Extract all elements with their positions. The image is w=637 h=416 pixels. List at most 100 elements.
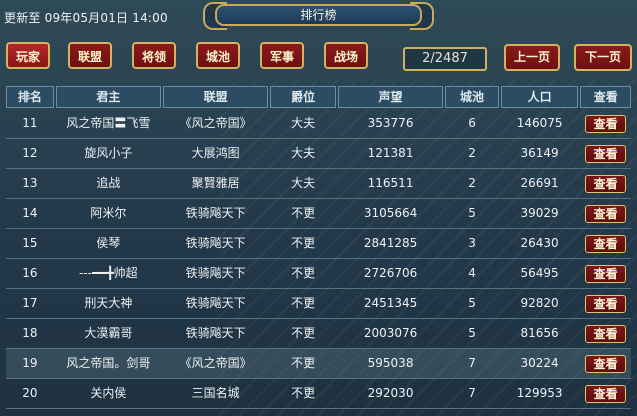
tab-military[interactable]: 军事 [260, 42, 304, 69]
view-button[interactable]: 查看 [585, 354, 627, 373]
cell-lord: 追战 [96, 176, 121, 190]
cell-rank: 11 [22, 116, 38, 130]
cell-prestige: 353776 [367, 116, 414, 130]
cell-title: 不更 [291, 296, 316, 310]
table-row: 16 ---━━╋帅超 铁骑飚天下 不更 2726706 4 56495 查看 [6, 259, 631, 289]
cell-view: 查看 [580, 259, 631, 288]
cell-alliance: 铁骑飚天下 [185, 236, 246, 250]
view-button[interactable]: 查看 [585, 174, 627, 193]
cell-prestige: 3105664 [363, 206, 418, 220]
cell-title: 大夫 [291, 116, 316, 130]
cell-rank: 14 [22, 206, 38, 220]
cell-population: 36149 [520, 146, 559, 160]
tab-cities[interactable]: 城池 [196, 42, 240, 69]
cell-title: 不更 [291, 236, 316, 250]
header-cities: 城池 [445, 86, 499, 108]
prev-page-button[interactable]: 上一页 [504, 44, 560, 71]
cell-lord: 刑天大神 [84, 296, 133, 310]
cell-rank: 19 [22, 356, 38, 370]
cell-population: 92820 [520, 296, 559, 310]
title-banner: 排行榜 [203, 2, 434, 30]
cell-view: 查看 [580, 199, 631, 228]
cell-view: 查看 [580, 139, 631, 168]
cell-view: 查看 [580, 349, 631, 378]
cell-population: 26430 [520, 236, 559, 250]
cell-alliance: 铁骑飚天下 [185, 206, 246, 220]
cell-rank: 20 [22, 386, 38, 400]
cell-alliance: 聚賢雅居 [191, 176, 240, 190]
header-population: 人口 [500, 86, 579, 108]
cell-view: 查看 [580, 379, 631, 408]
cell-cities: 7 [468, 356, 476, 370]
cell-cities: 5 [468, 326, 476, 340]
cell-alliance: 三国名城 [191, 386, 240, 400]
header-prestige: 声望 [337, 86, 444, 108]
table-row: 12 旋风小子 大展鸿图 大夫 121381 2 36149 查看 [6, 139, 631, 169]
table-body: 11 风之帝国〓飞雪 《风之帝国》 大夫 353776 6 146075 查看 12 旋风小子 大展… [6, 109, 631, 409]
table-row: 15 侯琴 铁骑飚天下 不更 2841285 3 26430 查看 [6, 229, 631, 259]
cell-title: 不更 [291, 266, 316, 280]
view-button[interactable]: 查看 [585, 114, 627, 133]
cell-alliance: 大展鸿图 [191, 146, 240, 160]
view-button[interactable]: 查看 [585, 384, 627, 403]
cell-view: 查看 [580, 109, 631, 138]
cell-lord: 侯琴 [96, 236, 121, 250]
tab-battlefield[interactable]: 战场 [324, 42, 368, 69]
view-button[interactable]: 查看 [585, 204, 627, 223]
tab-generals[interactable]: 将领 [132, 42, 176, 69]
cell-title: 不更 [291, 356, 316, 370]
table-row: 11 风之帝国〓飞雪 《风之帝国》 大夫 353776 6 146075 查看 [6, 109, 631, 139]
cell-alliance: 铁骑飚天下 [185, 296, 246, 310]
cell-rank: 13 [22, 176, 38, 190]
tab-players[interactable]: 玩家 [6, 42, 50, 69]
table-row: 14 阿米尔 铁骑飚天下 不更 3105664 5 39029 查看 [6, 199, 631, 229]
cell-population: 26691 [520, 176, 559, 190]
cell-title: 不更 [291, 326, 316, 340]
cell-prestige: 2451345 [363, 296, 418, 310]
cell-rank: 12 [22, 146, 38, 160]
cell-alliance: 铁骑飚天下 [185, 326, 246, 340]
cell-lord: 风之帝国。剑哥 [66, 356, 151, 370]
cell-cities: 3 [468, 236, 476, 250]
cell-rank: 17 [22, 296, 38, 310]
cell-prestige: 2841285 [363, 236, 418, 250]
cell-cities: 7 [468, 386, 476, 400]
view-button[interactable]: 查看 [585, 144, 627, 163]
cell-lord: 风之帝国〓飞雪 [66, 116, 151, 130]
cell-lord: 旋风小子 [84, 146, 133, 160]
view-button[interactable]: 查看 [585, 234, 627, 253]
cell-population: 56495 [520, 266, 559, 280]
next-page-button[interactable]: 下一页 [574, 44, 632, 71]
cell-population: 129953 [516, 386, 563, 400]
cell-lord: 阿米尔 [90, 206, 127, 220]
table-row: 19 风之帝国。剑哥 《风之帝国》 不更 595038 7 30224 查看 [6, 349, 631, 379]
cell-cities: 2 [468, 176, 476, 190]
header-view: 查看 [580, 86, 632, 108]
view-button[interactable]: 查看 [585, 324, 627, 343]
cell-title: 不更 [291, 206, 316, 220]
view-button[interactable]: 查看 [585, 294, 627, 313]
cell-prestige: 595038 [367, 356, 414, 370]
cell-lord: 关内侯 [90, 386, 127, 400]
cell-population: 146075 [516, 116, 563, 130]
cell-rank: 15 [22, 236, 38, 250]
cell-cities: 4 [468, 266, 476, 280]
cell-prestige: 292030 [367, 386, 414, 400]
cell-alliance: 《风之帝国》 [179, 116, 252, 130]
header-alliance: 联盟 [163, 86, 269, 108]
page-title: 排行榜 [215, 4, 422, 26]
view-button[interactable]: 查看 [585, 264, 627, 283]
cell-title: 不更 [291, 386, 316, 400]
update-timestamp: 更新至 09年05月01日 14:00 [4, 11, 168, 25]
table-row: 13 追战 聚賢雅居 大夫 116511 2 26691 查看 [6, 169, 631, 199]
table-row: 17 刑天大神 铁骑飚天下 不更 2451345 5 92820 查看 [6, 289, 631, 319]
table-header: 排名 君主 联盟 爵位 声望 城池 人口 查看 [6, 86, 632, 109]
cell-rank: 18 [22, 326, 38, 340]
cell-title: 大夫 [291, 176, 316, 190]
cell-population: 81656 [520, 326, 559, 340]
tab-alliance[interactable]: 联盟 [68, 42, 112, 69]
cell-alliance: 铁骑飚天下 [185, 266, 246, 280]
page-indicator: 2/2487 [403, 47, 487, 71]
ranking-table: 排名 君主 联盟 爵位 声望 城池 人口 查看 11 风之帝国〓飞雪 《风之帝国》大… [6, 86, 632, 409]
cell-alliance: 《风之帝国》 [179, 356, 252, 370]
